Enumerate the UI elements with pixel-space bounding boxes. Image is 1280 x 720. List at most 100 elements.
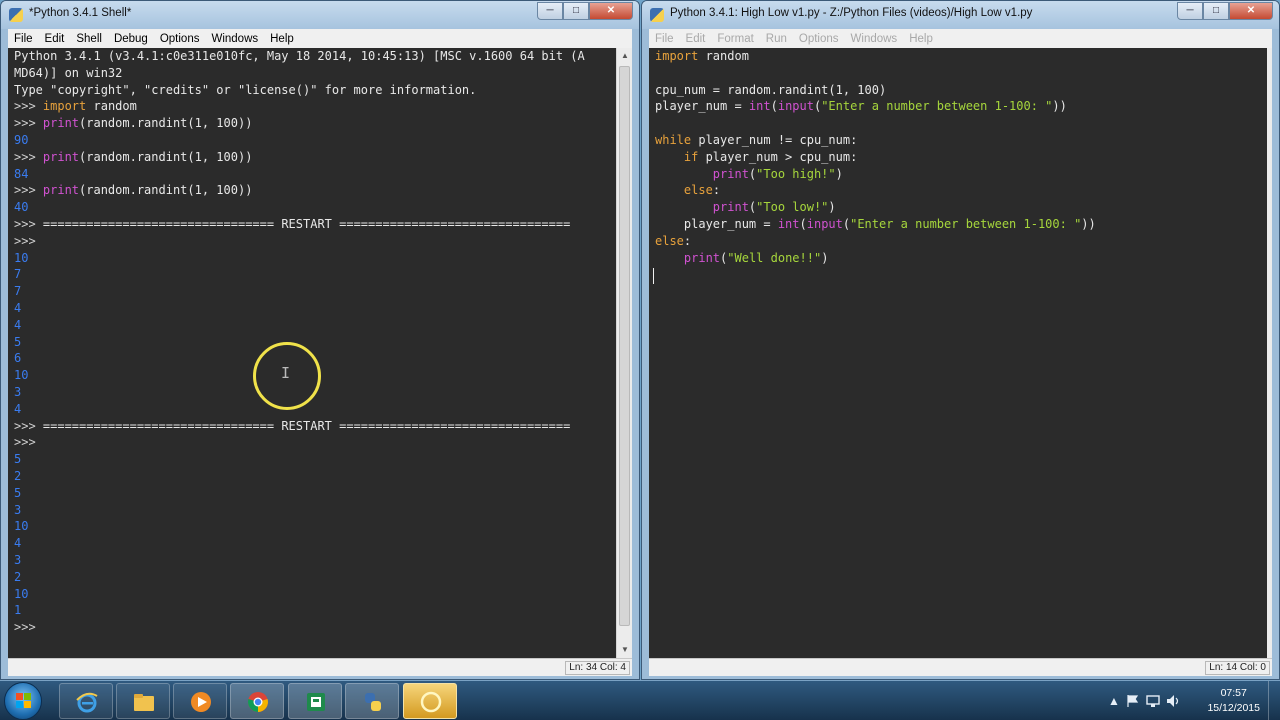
file-explorer-button[interactable] (116, 683, 170, 719)
menu-file[interactable]: File (8, 33, 39, 45)
system-clock[interactable]: 07:57 15/12/2015 (1207, 686, 1260, 716)
clock-time: 07:57 (1220, 687, 1247, 699)
code-token: else (683, 183, 713, 198)
shell-line: >>> ================================ RES… (8, 418, 616, 435)
shell-line: 5 (8, 451, 616, 468)
maximize-button[interactable]: □ (1203, 2, 1229, 20)
code-token: input (806, 216, 843, 231)
code-token: )) (1052, 99, 1067, 114)
code-token: (random.randint(1, 100)) (79, 116, 253, 131)
editor-titlebar[interactable]: Python 3.4.1: High Low v1.py - Z:/Python… (642, 1, 1279, 29)
code-token: 10 (14, 519, 29, 534)
code-token: 7 (14, 267, 22, 282)
minimize-button[interactable]: ─ (1177, 2, 1203, 20)
chrome-icon (248, 692, 268, 712)
menu-shell[interactable]: Shell (70, 33, 108, 45)
clock-date: 15/12/2015 (1207, 702, 1260, 714)
code-token: Python 3.4.1 (v3.4.1:c0e311e010fc, May 1… (14, 49, 585, 63)
menu-options[interactable]: Options (154, 33, 206, 45)
shell-line: >>> import random (8, 98, 616, 115)
shell-line: >>> print(random.randint(1, 100)) (8, 182, 616, 199)
publisher-button[interactable] (288, 683, 342, 719)
chrome-button[interactable] (230, 683, 284, 719)
menu-format[interactable]: Format (711, 33, 759, 45)
menu-help[interactable]: Help (264, 33, 300, 45)
minimize-button[interactable]: ─ (537, 2, 563, 20)
maximize-button[interactable]: □ (563, 2, 589, 20)
code-line: print("Too high!") (649, 166, 1267, 183)
code-token: player_num > cpu_num: (698, 149, 858, 164)
shell-line: 7 (8, 283, 616, 300)
code-token: >>> (14, 216, 43, 231)
code-line: while player_num != cpu_num: (649, 132, 1267, 149)
shell-line: 10 (8, 250, 616, 267)
cursor-highlighter-button[interactable] (403, 683, 457, 719)
code-line: print("Well done!!") (649, 250, 1267, 267)
code-token: 5 (14, 452, 22, 467)
code-token: print (42, 183, 80, 198)
menu-windows[interactable]: Windows (845, 33, 904, 45)
shell-statusbar: Ln: 34 Col: 4 (8, 658, 632, 676)
menu-debug[interactable]: Debug (108, 33, 154, 45)
code-token: Type "copyright", "credits" or "license(… (14, 82, 477, 97)
taskbar: ▲ 07:57 15/12/2015 (0, 680, 1280, 720)
folder-icon (134, 694, 154, 711)
code-token: 4 (14, 536, 22, 551)
code-editor-area[interactable]: import random cpu_num = random.randint(1,… (649, 48, 1267, 658)
start-button[interactable] (4, 682, 42, 720)
editor-title: Python 3.4.1: High Low v1.py - Z:/Python… (670, 7, 1033, 19)
show-hidden-icons-icon[interactable]: ▲ (1108, 694, 1120, 708)
code-token: player_num != cpu_num: (691, 132, 858, 147)
scrollbar-thumb[interactable] (619, 66, 630, 626)
menu-help[interactable]: Help (903, 33, 939, 45)
shell-cursor-position: Ln: 34 Col: 4 (565, 661, 630, 675)
code-token: print (712, 166, 749, 181)
python-idle-button[interactable] (345, 683, 399, 719)
editor-window[interactable]: Python 3.4.1: High Low v1.py - Z:/Python… (641, 0, 1280, 680)
code-token: int (748, 99, 771, 114)
code-token: else (655, 233, 684, 248)
editor-scrollbar[interactable] (1267, 48, 1272, 658)
media-player-button[interactable] (173, 683, 227, 719)
internet-explorer-button[interactable] (59, 683, 113, 719)
code-token: "Enter a number between 1-100: " (850, 216, 1082, 231)
code-token: ( (770, 99, 778, 114)
code-token: 5 (14, 334, 22, 349)
code-token: 4 (14, 317, 22, 332)
code-token: 2 (14, 468, 22, 483)
menu-run[interactable]: Run (760, 33, 793, 45)
show-desktop-button[interactable] (1268, 681, 1280, 720)
code-token: random (698, 49, 749, 63)
volume-icon[interactable] (1166, 694, 1180, 708)
action-center-flag-icon[interactable] (1126, 694, 1140, 708)
scroll-down-arrow-icon[interactable]: ▼ (617, 642, 633, 658)
code-token: (random.randint(1, 100)) (79, 149, 253, 164)
code-token: player_num = (655, 99, 749, 114)
menu-file[interactable]: File (649, 33, 680, 45)
menu-edit[interactable]: Edit (39, 33, 71, 45)
shell-line: 10 (8, 518, 616, 535)
shell-line: Type "copyright", "credits" or "license(… (8, 82, 616, 99)
shell-line: 4 (8, 317, 616, 334)
close-button[interactable]: ✕ (589, 2, 633, 20)
shell-titlebar[interactable]: *Python 3.4.1 Shell* ─ □ ✕ (1, 1, 639, 29)
shell-line: 4 (8, 300, 616, 317)
shell-scrollbar[interactable]: ▲ ▼ (616, 48, 632, 658)
close-button[interactable]: ✕ (1229, 2, 1273, 20)
menu-edit[interactable]: Edit (680, 33, 712, 45)
scroll-up-arrow-icon[interactable]: ▲ (617, 48, 633, 64)
menu-options[interactable]: Options (793, 33, 845, 45)
code-token: 3 (14, 502, 22, 517)
code-line: import random (649, 48, 1267, 65)
internet-explorer-icon (76, 692, 98, 713)
shell-title: *Python 3.4.1 Shell* (29, 7, 132, 19)
publisher-icon (307, 693, 325, 711)
code-token: >>> (14, 183, 43, 198)
code-line: player_num = int(input("Enter a number b… (649, 216, 1267, 233)
python-shell-window[interactable]: *Python 3.4.1 Shell* ─ □ ✕ File Edit She… (0, 0, 640, 680)
code-token: : (683, 233, 692, 248)
network-icon[interactable] (1146, 694, 1160, 708)
menu-windows[interactable]: Windows (205, 33, 264, 45)
code-token: 5 (14, 485, 22, 500)
